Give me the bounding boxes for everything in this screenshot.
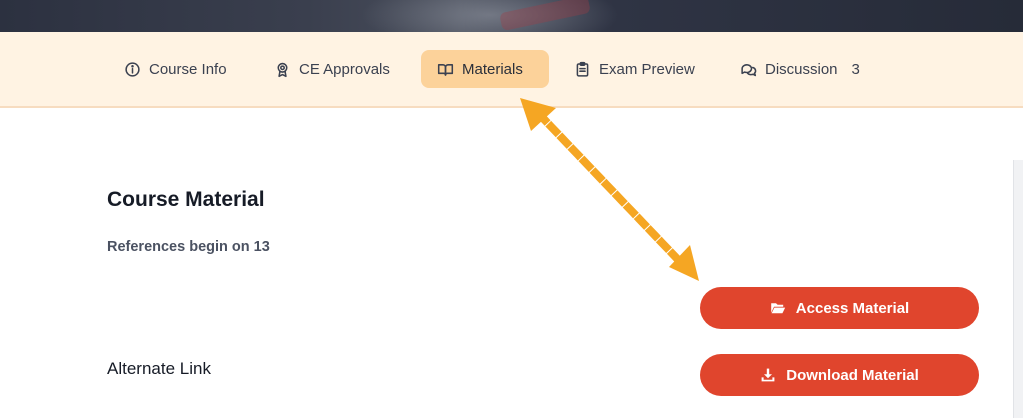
tab-label: Discussion xyxy=(765,60,838,78)
hero-banner xyxy=(0,0,1023,32)
button-label: Download Material xyxy=(786,366,919,384)
alternate-link-label: Alternate Link xyxy=(107,359,211,378)
clipboard-icon xyxy=(576,61,589,77)
annotation-dotted-line xyxy=(534,109,692,274)
button-label: Access Material xyxy=(795,299,910,317)
open-book-icon xyxy=(437,63,454,76)
access-material-button[interactable]: Access Material xyxy=(700,287,979,329)
award-ribbon-icon xyxy=(277,62,288,77)
tab-materials[interactable]: Materials xyxy=(421,50,549,88)
tab-discussion[interactable]: Discussion 3 xyxy=(724,50,876,88)
course-tab-bar: Course Info CE Approvals Materials Exam … xyxy=(0,32,1023,108)
scrollbar-track[interactable] xyxy=(1013,160,1023,418)
tab-label: Exam Preview xyxy=(599,60,695,78)
references-note: References begin on 13 xyxy=(107,239,270,255)
tab-label: Materials xyxy=(462,60,523,78)
tab-exam-preview[interactable]: Exam Preview xyxy=(558,50,711,88)
tab-ce-approvals[interactable]: CE Approvals xyxy=(258,50,406,88)
tab-label: CE Approvals xyxy=(299,60,390,78)
info-circle-icon xyxy=(125,61,140,77)
annotation-arrowhead-end xyxy=(669,245,699,281)
tab-course-info[interactable]: Course Info xyxy=(108,50,243,88)
download-material-button[interactable]: Download Material xyxy=(700,354,979,396)
discussion-count-badge: 3 xyxy=(851,60,860,78)
folder-open-icon xyxy=(770,303,785,314)
download-icon xyxy=(761,368,775,382)
tab-label: Course Info xyxy=(149,60,227,78)
section-title: Course Material xyxy=(107,188,265,211)
chat-bubbles-icon xyxy=(741,63,757,76)
